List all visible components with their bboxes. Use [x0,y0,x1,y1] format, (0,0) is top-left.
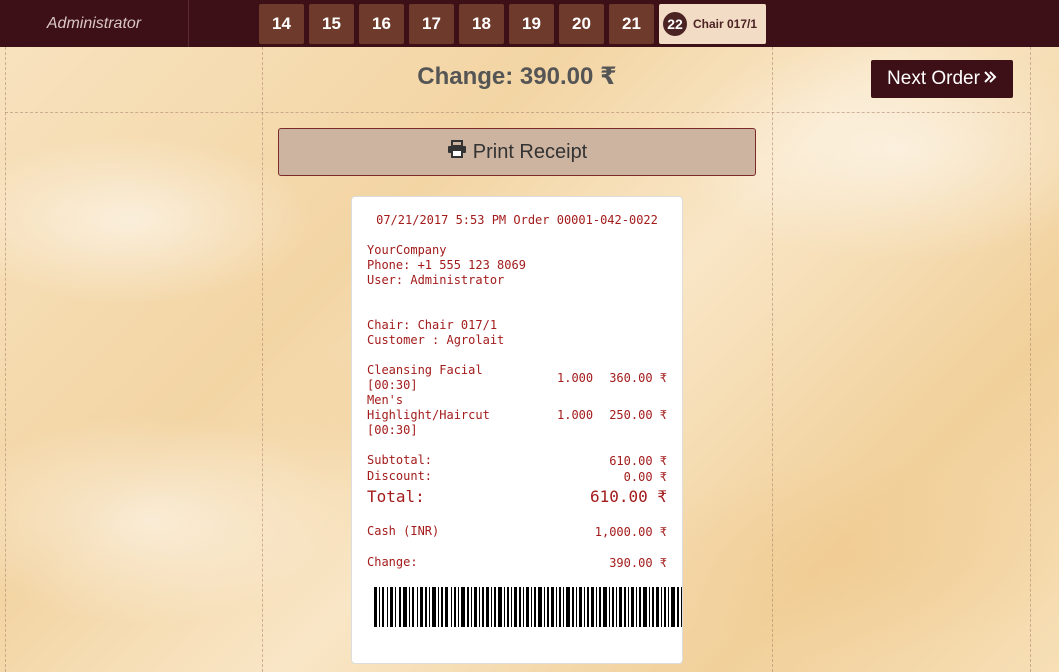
receipt-chair: Chair: Chair 017/1 [367,318,498,332]
order-tab-16[interactable]: 16 [359,4,404,44]
receipt-phone: Phone: +1 555 123 8069 [367,258,526,272]
change-label: Change: [367,555,418,569]
order-tab-18[interactable]: 18 [459,4,504,44]
receipt-header: 07/21/2017 5:53 PM Order 00001-042-0022 [376,213,658,227]
subtotal-label: Subtotal: [367,453,433,467]
divider [1030,47,1031,672]
order-tab-14[interactable]: 14 [259,4,304,44]
receipt-customer: Customer : Agrolait [367,333,505,347]
order-tab-21[interactable]: 21 [609,4,654,44]
receipt-line-price: 360.00 ₹ [609,371,667,385]
order-tab-17[interactable]: 17 [409,4,454,44]
divider [5,112,1030,113]
order-tab-active[interactable]: 22 Chair 017/1 [659,4,766,44]
payment-label: Cash (INR) [367,524,440,538]
total-value: 610.00 ₹ [589,487,667,506]
next-order-button[interactable]: Next Order [871,60,1013,98]
receipt-line-name: Highlight/Haircut [367,408,490,422]
order-chair-label: Chair 017/1 [693,17,758,31]
receipt-line-name: [00:30] [367,378,418,392]
receipt-line-name: [00:30] [367,423,418,437]
change-amount: Change: 390.00 ₹ [417,63,617,90]
barcode-image [374,587,682,627]
subtotal-value: 610.00 ₹ [609,454,667,468]
next-order-label: Next Order [887,68,980,89]
receipt-line-qty: 1.000 [557,408,594,422]
receipt: 07/21/2017 5:53 PM Order 00001-042-0022 … [351,196,683,664]
receipt-line-name: Men's [367,393,404,407]
receipt-user: User: Administrator [367,273,505,287]
double-chevron-right-icon [983,68,997,90]
order-tab-20[interactable]: 20 [559,4,604,44]
order-number-badge: 22 [663,12,687,36]
print-receipt-label: Print Receipt [472,140,588,163]
receipt-line-price: 250.00 ₹ [609,408,667,422]
divider [772,47,773,672]
receipt-company: YourCompany [367,243,447,257]
divider [5,47,6,672]
discount-label: Discount: [367,469,433,483]
print-receipt-button[interactable]: Print Receipt [278,128,756,176]
user-name[interactable]: Administrator [0,0,189,47]
top-bar: Administrator 14 15 16 17 18 19 20 21 22… [0,0,1059,47]
order-tab-15[interactable]: 15 [309,4,354,44]
printer-icon [447,140,467,164]
receipt-line-qty: 1.000 [557,371,594,385]
order-tab-19[interactable]: 19 [509,4,554,44]
payment-value: 1,000.00 ₹ [594,525,667,539]
discount-value: 0.00 ₹ [623,470,667,484]
divider [262,47,263,672]
receipt-line-name: Cleansing Facial [367,363,483,377]
total-label: Total: [367,487,425,506]
change-value: 390.00 ₹ [609,556,667,570]
